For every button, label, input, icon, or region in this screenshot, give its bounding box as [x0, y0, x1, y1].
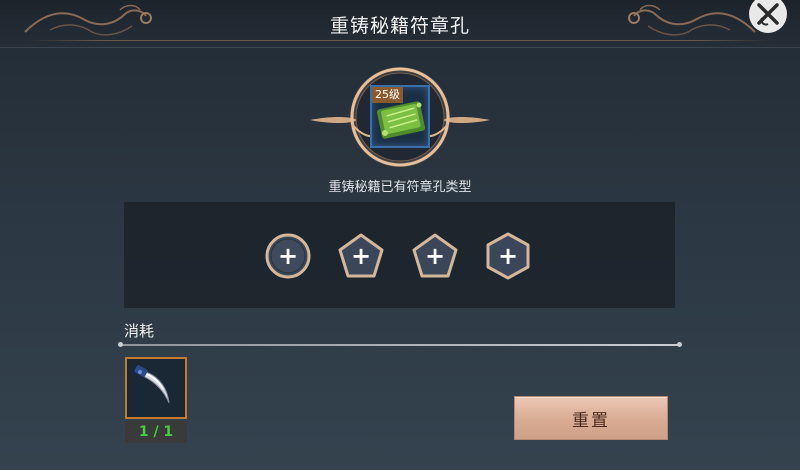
subtitle-text: 重铸秘籍已有符章孔类型 — [328, 180, 472, 195]
cost-divider — [118, 342, 682, 347]
claw-blade-icon — [134, 365, 170, 404]
plus-icon: + — [277, 242, 299, 270]
socket-slot-circle[interactable]: + — [264, 232, 312, 280]
header-bar: 重铸秘籍符章孔 — [0, 0, 800, 48]
socket-slot-hexagon[interactable]: + — [484, 232, 532, 280]
socket-slot-pentagon[interactable]: + — [337, 232, 385, 280]
level-badge: 25级 — [372, 87, 403, 103]
book-item-frame[interactable]: 25级 — [370, 85, 430, 148]
cost-label: 消耗 — [124, 322, 155, 340]
reset-button[interactable]: 重置 — [514, 396, 668, 440]
page-title: 重铸秘籍符章孔 — [329, 15, 470, 37]
plus-icon: + — [497, 242, 519, 270]
header-divider — [28, 40, 772, 41]
cost-item-slot[interactable] — [125, 357, 187, 419]
close-button[interactable] — [746, 0, 790, 36]
socket-slot-pentagon[interactable]: + — [411, 232, 459, 280]
plus-icon: + — [350, 242, 372, 270]
socket-slot-panel: + + + + — [124, 202, 675, 308]
plus-icon: + — [424, 242, 446, 270]
cost-item-count: 1 / 1 — [125, 421, 187, 443]
book-display: 25级 — [310, 62, 490, 174]
close-x-icon — [749, 0, 787, 33]
